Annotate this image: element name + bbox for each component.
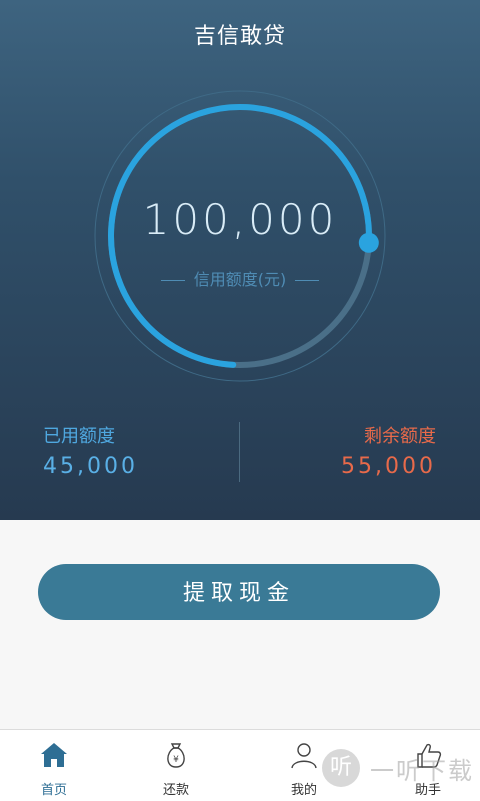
credit-limit-label: 信用额度(元)	[193, 270, 287, 289]
caption-rule-right	[295, 280, 320, 281]
user-icon	[291, 743, 317, 769]
credit-panel: 吉信敢贷 100,000 信用额度(元) 已用额度 45,000 剩余额度 55…	[0, 0, 480, 520]
svg-text:¥: ¥	[173, 755, 179, 765]
remaining-credit-value: 55,000	[341, 454, 436, 479]
watermark-logo: 听	[322, 749, 360, 787]
remaining-credit-label: 剩余额度	[364, 426, 436, 447]
tab-home[interactable]: 首页	[6, 730, 102, 801]
tab-repay[interactable]: ¥ 还款	[128, 730, 224, 801]
credit-limit-amount: 100,000	[142, 195, 338, 244]
tab-home-label: 首页	[40, 783, 67, 798]
used-credit-label: 已用额度	[43, 426, 115, 447]
caption-rule-left	[160, 280, 185, 281]
credit-limit-caption: 信用额度(元)	[0, 266, 480, 290]
withdraw-cash-button[interactable]: 提取现金	[38, 564, 440, 620]
divider	[239, 422, 240, 482]
money-bag-icon: ¥	[167, 743, 185, 768]
used-credit-value: 45,000	[43, 454, 138, 479]
watermark-text: 一听下载	[370, 757, 474, 785]
home-icon	[41, 743, 67, 767]
watermark: 听 一听下载	[322, 745, 480, 795]
tab-repay-label: 还款	[162, 783, 189, 798]
